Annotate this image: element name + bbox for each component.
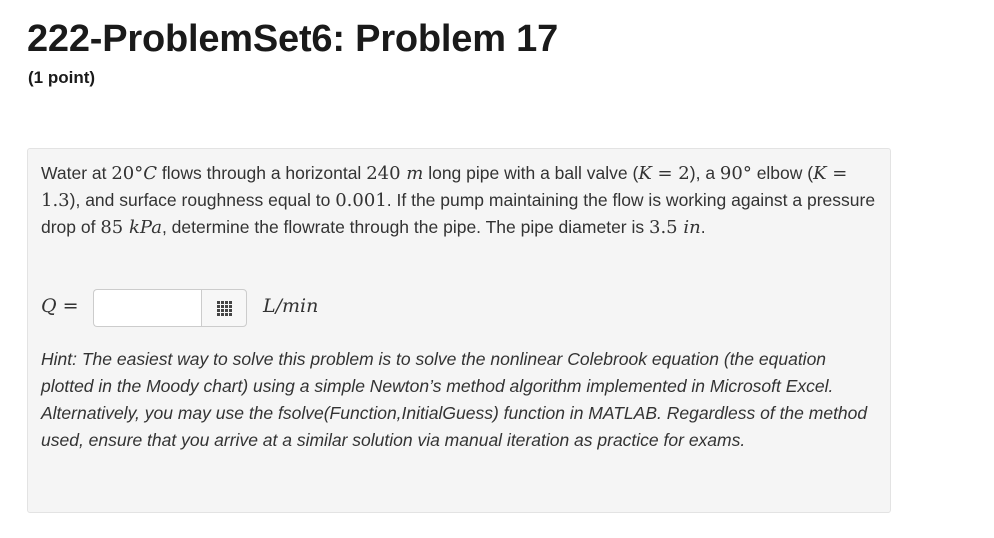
math-diameter: 3.5 in	[649, 217, 701, 238]
problem-statement: Water at 20°C flows through a horizontal…	[41, 160, 877, 241]
statement-text: flows through a horizontal	[157, 163, 367, 183]
statement-text: long pipe with a ball valve (	[423, 163, 639, 183]
k-valve-value: = 2	[651, 163, 690, 184]
hint-text: Hint: The easiest way to solve this prob…	[41, 349, 868, 450]
temperature-unit: C	[143, 163, 158, 184]
answer-variable: Q	[41, 295, 57, 317]
answer-unit: L/min	[263, 295, 319, 317]
k-symbol: K	[813, 163, 827, 184]
pressure-unit: kPa	[129, 217, 162, 238]
answer-input[interactable]	[93, 289, 201, 327]
math-temperature: 20°C	[111, 163, 157, 184]
answer-equals: =	[56, 295, 79, 317]
length-unit: m	[406, 163, 424, 184]
equation-palette-button[interactable]	[201, 289, 247, 327]
diameter-unit: in	[683, 217, 701, 238]
k-symbol: K	[638, 163, 652, 184]
statement-text: Water at	[41, 163, 112, 183]
math-k-valve: K = 2	[638, 163, 689, 184]
math-pressure: 85 kPa	[100, 217, 162, 238]
statement-text: .	[700, 217, 706, 237]
diameter-value: 3.5	[649, 217, 684, 238]
page-title: 222-ProblemSet6: Problem 17	[27, 18, 559, 60]
answer-row: Q = L/min	[41, 289, 541, 329]
temperature-value: 20°	[111, 163, 144, 184]
answer-label: Q =	[41, 295, 79, 317]
problem-box: Water at 20°C flows through a horizontal…	[27, 148, 891, 513]
grid-icon	[216, 300, 232, 316]
statement-text: ), and surface roughness equal to	[69, 190, 336, 210]
statement-text: , determine the flowrate through the pip…	[161, 217, 649, 237]
point-value: (1 point)	[28, 68, 96, 87]
math-roughness: 0.001	[335, 190, 387, 211]
math-angle: 90°	[719, 163, 752, 184]
statement-text: elbow (	[751, 163, 814, 183]
math-length: 240 m	[366, 163, 423, 184]
statement-text: ), a	[689, 163, 720, 183]
pressure-value: 85	[100, 217, 129, 238]
length-value: 240	[366, 163, 407, 184]
